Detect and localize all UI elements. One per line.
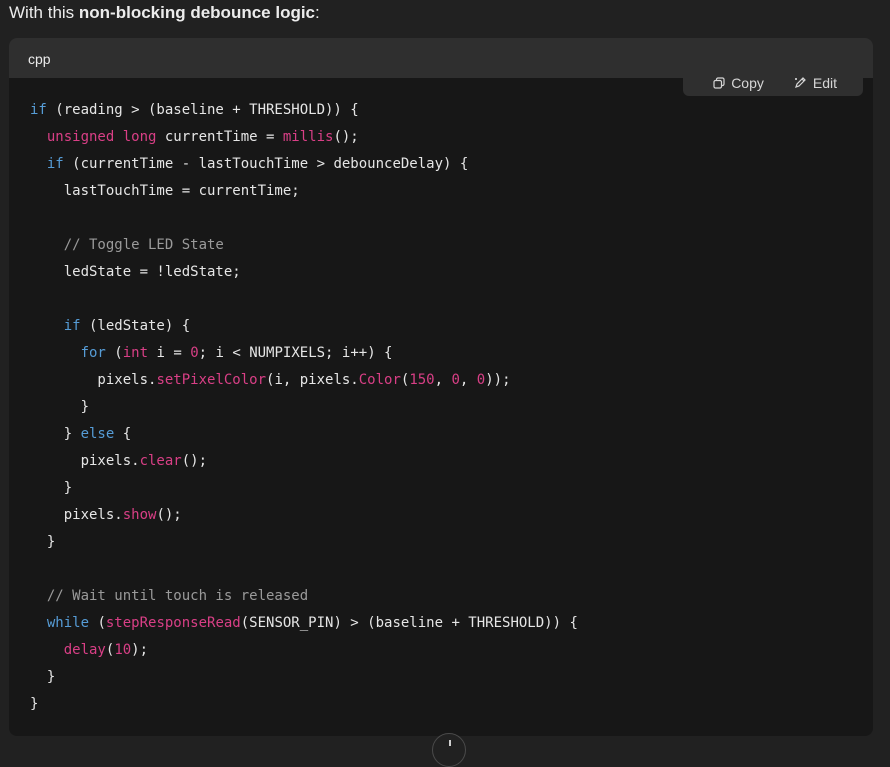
copy-button[interactable]: Copy: [713, 75, 764, 91]
code-token: ();: [181, 453, 208, 469]
code-line: lastTouchTime = currentTime;: [30, 178, 873, 205]
copy-icon: [713, 76, 725, 89]
code-token: ledState = !ledState;: [30, 264, 241, 280]
code-token: int: [122, 345, 149, 361]
code-language-label: cpp: [28, 51, 51, 67]
code-token: if: [46, 156, 64, 172]
code-token: 10: [114, 642, 132, 658]
code-token: if: [30, 102, 47, 118]
code-token: {: [114, 426, 132, 442]
code-token: (: [89, 615, 106, 631]
code-actions: Copy Edit: [683, 69, 863, 96]
code-line: if (currentTime - lastTouchTime > deboun…: [30, 151, 873, 178]
code-token: unsigned long: [46, 129, 157, 145]
code-line: // Toggle LED State: [30, 232, 873, 259]
intro-prefix: With this: [9, 3, 79, 22]
code-token: ();: [156, 507, 182, 523]
code-line: }: [30, 691, 873, 718]
code-token: (currentTime - lastTouchTime > debounceD…: [63, 156, 469, 172]
code-body: if (reading > (baseline + THRESHOLD)) { …: [30, 97, 873, 718]
code-token: }: [30, 480, 73, 496]
code-token: if: [63, 318, 81, 334]
code-line: }: [30, 664, 873, 691]
copy-label: Copy: [731, 74, 764, 91]
code-token: 0: [451, 372, 460, 388]
code-line: pixels.show();: [30, 502, 873, 529]
code-token: }: [30, 696, 39, 712]
code-token: pixels.: [30, 453, 140, 469]
code-line: while (stepResponseRead(SENSOR_PIN) > (b…: [30, 610, 873, 637]
code-token: for: [80, 345, 106, 361]
code-token: }: [30, 669, 56, 685]
code-token: ();: [333, 129, 359, 145]
code-token: pixels.: [30, 507, 123, 523]
intro-bold: non-blocking debounce logic: [78, 3, 316, 22]
code-line: delay(10);: [30, 637, 873, 664]
code-token: (i, pixels.: [266, 372, 359, 388]
code-line: if (reading > (baseline + THRESHOLD)) {: [30, 97, 873, 124]
code-token: }: [30, 399, 90, 415]
code-token: millis: [282, 129, 334, 145]
code-token: ,: [434, 372, 452, 388]
code-token: while: [46, 615, 90, 631]
code-token: (ledState) {: [80, 318, 191, 334]
code-token: 0: [476, 372, 486, 388]
code-token: currentTime =: [156, 129, 283, 145]
scroll-down-button[interactable]: [432, 733, 466, 767]
code-line: if (ledState) {: [30, 313, 873, 340]
code-token: pixels.: [30, 372, 157, 388]
code-token: i =: [148, 345, 191, 361]
code-token: );: [131, 642, 149, 658]
code-token: delay: [63, 642, 106, 658]
code-line: }: [30, 394, 873, 421]
code-token: ; i < NUMPIXELS; i++) {: [198, 345, 393, 361]
intro-text: With this non-blocking debounce logic:: [9, 2, 320, 24]
code-token: Color: [358, 372, 401, 388]
edit-label: Edit: [812, 74, 837, 91]
code-token: // Wait until touch is released: [46, 588, 309, 604]
code-token: (reading > (baseline + THRESHOLD)) {: [46, 102, 359, 118]
code-token: (: [105, 345, 123, 361]
code-line: pixels.clear();: [30, 448, 873, 475]
code-block: cpp Copy Edit if (reading > (baseline + …: [9, 38, 873, 736]
code-token: ));: [485, 372, 511, 388]
edit-icon: [794, 76, 807, 89]
code-token: // Toggle LED State: [63, 237, 224, 253]
code-token: (SENSOR_PIN) > (baseline + THRESHOLD)) {: [240, 615, 578, 631]
code-token: }: [30, 426, 81, 442]
code-token: setPixelColor: [156, 372, 267, 388]
code-line: // Wait until touch is released: [30, 583, 873, 610]
code-token: ,: [459, 372, 477, 388]
code-line: unsigned long currentTime = millis();: [30, 124, 873, 151]
code-line: } else {: [30, 421, 873, 448]
code-token: lastTouchTime = currentTime;: [30, 183, 300, 199]
code-line: ledState = !ledState;: [30, 259, 873, 286]
code-line: }: [30, 475, 873, 502]
code-line: }: [30, 529, 873, 556]
code-token: show: [122, 507, 157, 523]
code-line: pixels.setPixelColor(i, pixels.Color(150…: [30, 367, 873, 394]
code-token: 150: [409, 372, 435, 388]
code-token: 0: [190, 345, 199, 361]
code-token: }: [30, 534, 56, 550]
code-token: clear: [139, 453, 182, 469]
code-line: for (int i = 0; i < NUMPIXELS; i++) {: [30, 340, 873, 367]
edit-button[interactable]: Edit: [794, 75, 837, 91]
intro-suffix: :: [315, 3, 320, 22]
arrow-down-icon: [449, 740, 451, 746]
code-token: stepResponseRead: [105, 615, 241, 631]
code-token: else: [80, 426, 115, 442]
